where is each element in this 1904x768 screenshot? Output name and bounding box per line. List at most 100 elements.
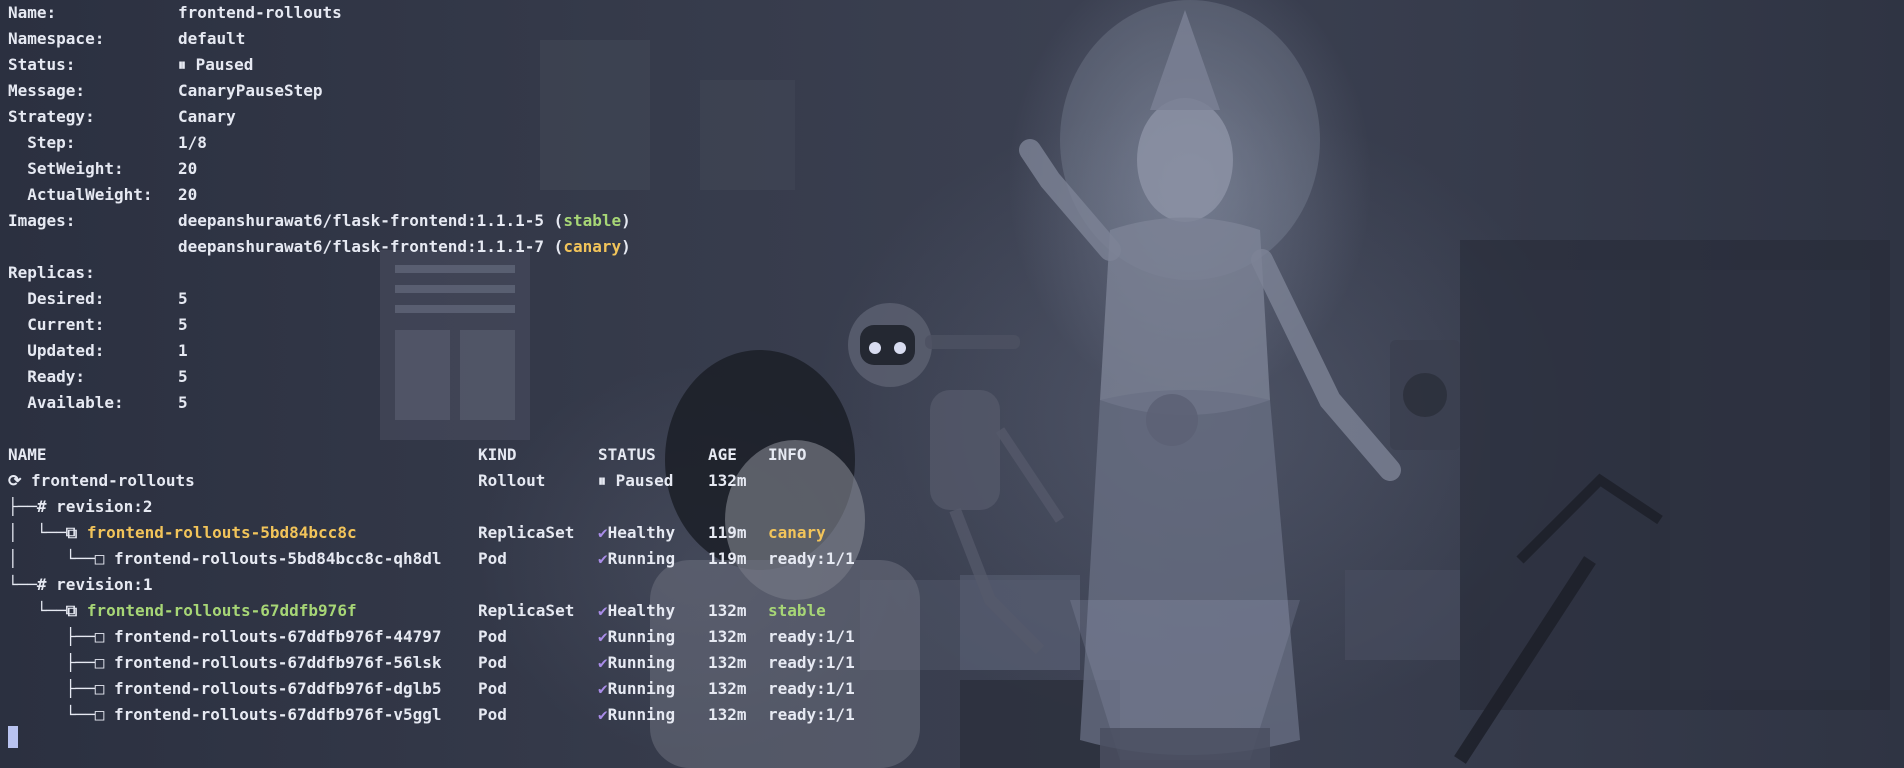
resource-age: 132m [708,471,747,490]
tree-branch: ├──□ [8,627,114,646]
resource-info: ready:1/1 [768,679,855,698]
detail-message-row: Message: CanaryPauseStep [8,78,323,104]
detail-value: 20 [178,185,198,204]
resource-kind: Pod [478,549,507,568]
detail-label: Available: [8,393,124,412]
detail-actualweight-row: ActualWeight: 20 [8,182,197,208]
detail-value: 1 [178,341,188,360]
terminal-cursor[interactable] [8,726,18,748]
check-icon: ✔ [598,549,608,568]
header-info: INFO [768,445,807,464]
detail-label: Status: [8,55,76,74]
detail-label: Current: [8,315,105,334]
detail-value: CanaryPauseStep [178,81,323,100]
tree-row: ⟳ frontend-rollouts Rollout ⏸ Paused 132… [8,468,747,494]
terminal-window[interactable]: Name: frontend-rollouts Namespace: defau… [0,0,1904,768]
paren: ) [621,211,631,230]
status-text: Running [607,549,676,568]
resource-status: ✔Running [598,676,675,702]
resource-status: ✔Running [598,624,675,650]
tree-branch: └──⧉ [8,601,87,620]
check-icon: ✔ [598,523,608,542]
tree-branch: ├──# [8,497,57,516]
detail-ready-row: Ready: 5 [8,364,187,390]
stable-tag: stable [563,211,622,230]
resource-name: frontend-rollouts-67ddfb976f-56lsk [113,653,442,672]
detail-label: SetWeight: [8,159,124,178]
detail-namespace-row: Namespace: default [8,26,245,52]
detail-label: Updated: [8,341,105,360]
resource-age: 132m [708,601,747,620]
status-text: Healthy [607,601,676,620]
tree-node: ├──□ frontend-rollouts-67ddfb976f-56lsk [8,650,442,676]
tree-header-row: NAME KIND STATUS AGE INFO [8,442,807,468]
resource-name: frontend-rollouts-67ddfb976f-44797 [113,627,442,646]
detail-value: 5 [178,289,188,308]
tree-row: └──# revision:1 [8,572,153,598]
check-icon: ✔ [598,679,608,698]
canary-tag: canary [563,237,622,256]
resource-name: frontend-rollouts-5bd84bcc8c [86,523,357,542]
header-status: STATUS [598,445,656,464]
image-stable: deepanshurawat6/flask-frontend:1.1.1-5 (… [178,208,631,234]
header-age: AGE [708,445,737,464]
detail-updated-row: Updated: 1 [8,338,187,364]
tree-branch: ⟳ [8,471,32,490]
detail-label: Name: [8,3,57,22]
tree-branch: ├──□ [8,679,114,698]
resource-name: frontend-rollouts-5bd84bcc8c-qh8dl [113,549,442,568]
resource-info: canary [768,523,826,542]
resource-info: ready:1/1 [768,549,855,568]
resource-age: 132m [708,679,747,698]
resource-kind: ReplicaSet [478,523,575,542]
image-canary: deepanshurawat6/flask-frontend:1.1.1-7 (… [178,234,631,260]
detail-images-row: Images: deepanshurawat6/flask-frontend:1… [8,208,631,234]
status-text: Running [607,653,676,672]
detail-desired-row: Desired: 5 [8,286,187,312]
tree-row: │ └──□ frontend-rollouts-5bd84bcc8c-qh8d… [8,546,855,572]
detail-value: 5 [178,367,188,386]
resource-kind: Pod [478,679,507,698]
resource-status: ✔Healthy [598,520,675,546]
resource-name: frontend-rollouts-67ddfb976f-dglb5 [113,679,442,698]
tree-node: ├──# revision:2 [8,494,153,520]
tree-node: └──□ frontend-rollouts-67ddfb976f-v5ggl [8,702,442,728]
resource-age: 132m [708,653,747,672]
resource-kind: ReplicaSet [478,601,575,620]
detail-label: ActualWeight: [8,185,153,204]
image-ref: deepanshurawat6/flask-frontend:1.1.1-7 ( [178,237,564,256]
resource-info: stable [768,601,826,620]
detail-value: frontend-rollouts [178,3,342,22]
tree-node: └──# revision:1 [8,572,153,598]
revision-label: revision:2 [56,497,153,516]
tree-row: ├──□ frontend-rollouts-67ddfb976f-56lsk … [8,650,855,676]
detail-step-row: Step: 1/8 [8,130,207,156]
detail-label: Strategy: [8,107,95,126]
detail-value: Canary [178,107,236,126]
detail-status-row: Status: ⏸ Paused [8,52,253,78]
resource-kind: Rollout [478,471,546,490]
resource-kind: Pod [478,653,507,672]
resource-name: frontend-rollouts-67ddfb976f-v5ggl [113,705,442,724]
status-text: Running [607,627,676,646]
paren: ) [621,237,631,256]
detail-strategy-row: Strategy: Canary [8,104,236,130]
resource-name: frontend-rollouts-67ddfb976f [86,601,357,620]
revision-label: revision:1 [56,575,153,594]
resource-status: ✔Healthy [598,598,675,624]
detail-current-row: Current: 5 [8,312,187,338]
status-text: Running [607,705,676,724]
resource-info: ready:1/1 [768,705,855,724]
tree-branch: └──□ [8,705,114,724]
tree-node: └──⧉ frontend-rollouts-67ddfb976f [8,598,357,624]
resource-name: frontend-rollouts [31,471,195,490]
resource-kind: Pod [478,705,507,724]
detail-value: 5 [178,393,188,412]
detail-value: default [178,29,246,48]
check-icon: ✔ [598,705,608,724]
detail-label: Images: [8,211,76,230]
detail-available-row: Available: 5 [8,390,187,416]
detail-label: Ready: [8,367,86,386]
resource-kind: Pod [478,627,507,646]
tree-row: ├──□ frontend-rollouts-67ddfb976f-44797 … [8,624,855,650]
